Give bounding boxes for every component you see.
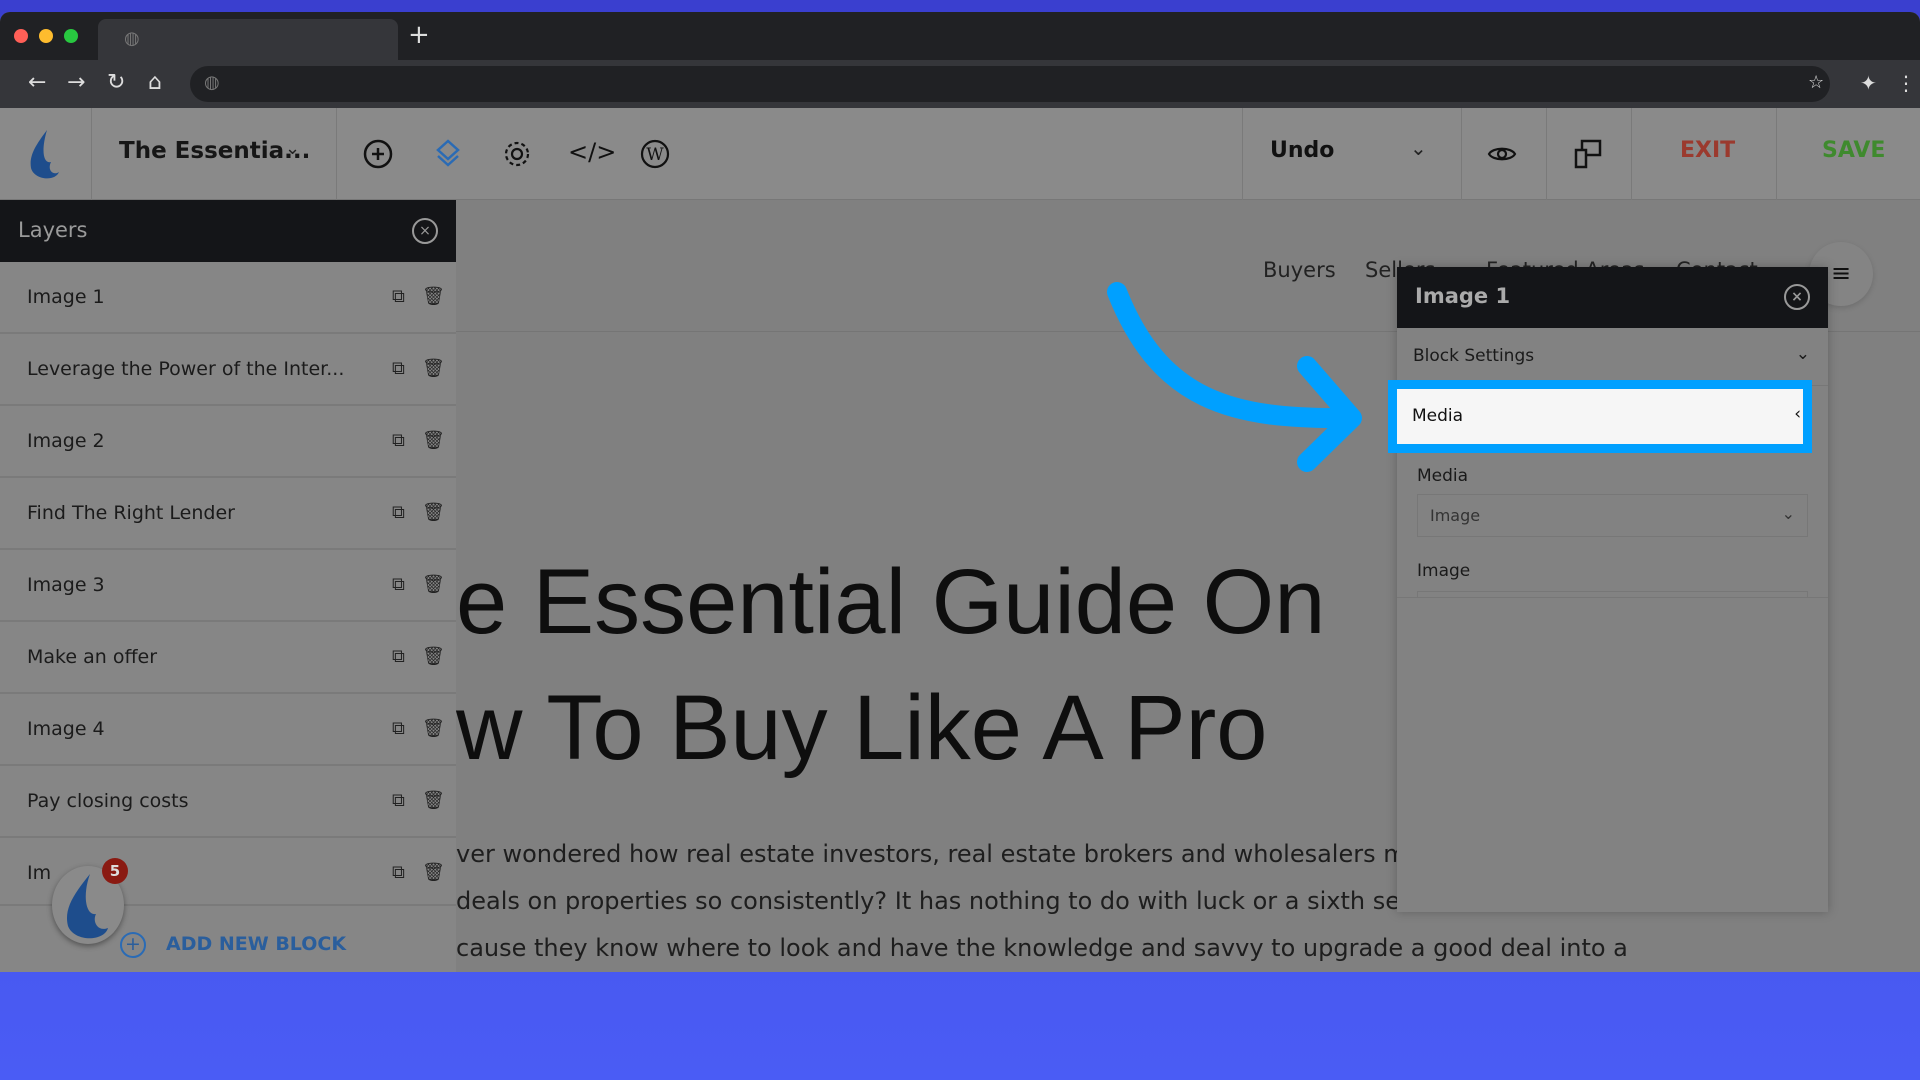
- annotation-arrow-icon: [1107, 282, 1362, 472]
